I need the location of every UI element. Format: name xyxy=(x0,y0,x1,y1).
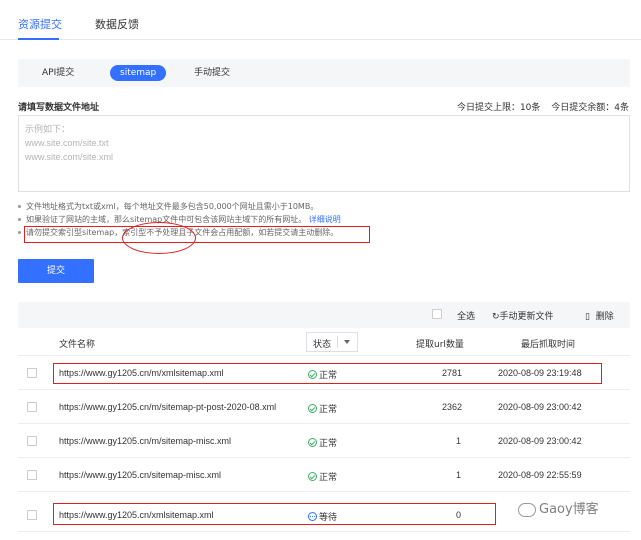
col-file-name: 文件名称 xyxy=(59,340,96,350)
chevron-down-icon xyxy=(344,340,350,344)
row-url-count: 2362 xyxy=(442,402,463,412)
select-all-checkbox[interactable] xyxy=(432,309,442,320)
sitemap-url-textarea[interactable]: 示例如下： www.site.com/site.txt www.site.com… xyxy=(18,115,630,192)
tab-resource-submit[interactable]: 资源提交 xyxy=(18,16,62,32)
delete-button[interactable]: ▯ 删除 xyxy=(585,309,614,322)
placeholder-line: 示例如下： xyxy=(25,124,71,134)
note-item: 文件地址格式为txt或xml，每个地址文件最多包含50,000个网址且需小于10… xyxy=(18,200,630,213)
checkbox-icon xyxy=(432,309,442,319)
quota-limit: 今日提交上限：10条 xyxy=(456,103,541,113)
row-last-fetch: 2020-08-09 23:00:42 xyxy=(498,436,582,446)
checkbox-icon xyxy=(27,470,37,480)
trash-icon: ▯ xyxy=(585,312,590,322)
details-link[interactable]: 详细说明 xyxy=(309,215,341,224)
row-last-fetch: 2020-08-09 23:00:42 xyxy=(498,402,582,412)
annotation-box-note xyxy=(24,226,370,243)
row-status: 正常 xyxy=(308,436,337,449)
subtab-api[interactable]: API提交 xyxy=(32,65,84,81)
url-field-label: 请填写数据文件地址 xyxy=(18,103,100,113)
quota-info: 今日提交上限：10条 今日提交余额：4条 xyxy=(449,100,629,113)
col-last-fetch: 最后抓取时间 xyxy=(521,340,576,350)
annotation-box-row1 xyxy=(53,363,602,384)
tab-data-feedback[interactable]: 数据反馈 xyxy=(95,16,139,32)
checkbox-icon xyxy=(27,402,37,412)
row-file-name: https://www.gy1205.cn/sitemap-misc.xml xyxy=(59,470,222,480)
placeholder-line: www.site.com/site.txt xyxy=(25,138,109,148)
bullet-icon xyxy=(18,231,21,234)
note-item: 如果验证了网站的主域，那么sitemap文件中可包含该网站主域下的所有网址。 详… xyxy=(18,213,630,226)
row-url-count: 1 xyxy=(456,470,462,480)
annotation-ellipse xyxy=(122,222,196,254)
wechat-icon xyxy=(518,502,536,517)
check-circle-icon xyxy=(308,404,317,413)
checkbox-icon xyxy=(27,368,37,378)
checkbox-icon xyxy=(27,436,37,446)
check-circle-icon xyxy=(308,472,317,481)
note-format: 文件地址格式为txt或xml，每个地址文件最多包含50,000个网址且需小于10… xyxy=(26,202,319,211)
row-checkbox[interactable] xyxy=(27,470,37,481)
checkbox-icon xyxy=(27,510,37,520)
check-circle-icon xyxy=(308,438,317,447)
row-checkbox[interactable] xyxy=(27,402,37,413)
row-file-name: https://www.gy1205.cn/m/sitemap-misc.xml xyxy=(59,436,232,446)
table-header: 文件名称 状态 提取url数量 最后抓取时间 xyxy=(18,328,630,356)
status-filter-select[interactable]: 状态 xyxy=(306,332,358,352)
submit-button[interactable]: 提交 xyxy=(18,259,94,283)
top-tab-bar: 资源提交 数据反馈 xyxy=(0,0,641,40)
watermark: Gaoy博客 xyxy=(518,498,599,517)
col-status: 状态 xyxy=(313,340,332,350)
placeholder-line: www.site.com/site.xml xyxy=(25,152,114,162)
bullet-icon xyxy=(18,205,21,208)
active-tab-indicator xyxy=(18,38,59,40)
row-checkbox[interactable] xyxy=(27,436,37,447)
table-row: https://www.gy1205.cn/m/sitemap-pt-post-… xyxy=(18,390,630,424)
col-url-count: 提取url数量 xyxy=(416,340,464,350)
subtab-sitemap[interactable]: sitemap xyxy=(110,65,167,81)
table-row: https://www.gy1205.cn/sitemap-misc.xml 正… xyxy=(18,458,630,492)
annotation-box-row5 xyxy=(53,503,496,525)
table-row: https://www.gy1205.cn/m/sitemap-misc.xml… xyxy=(18,424,630,458)
table-toolbar: 全选 ↻手动更新文件 ▯ 删除 xyxy=(18,302,630,328)
submit-method-tabs: API提交 sitemap 手动提交 xyxy=(18,59,630,87)
row-checkbox[interactable] xyxy=(27,510,37,521)
quota-remaining: 今日提交余额：4条 xyxy=(551,103,629,113)
refresh-icon: ↻ xyxy=(492,312,500,322)
select-all-label[interactable]: 全选 xyxy=(457,309,475,322)
row-checkbox[interactable] xyxy=(27,368,37,379)
row-url-count: 1 xyxy=(456,436,462,446)
row-status: 正常 xyxy=(308,470,337,483)
refresh-files-button[interactable]: ↻手动更新文件 xyxy=(492,309,554,322)
row-file-name: https://www.gy1205.cn/m/sitemap-pt-post-… xyxy=(59,402,277,412)
row-status: 正常 xyxy=(308,402,337,415)
subtab-manual[interactable]: 手动提交 xyxy=(184,65,240,81)
bullet-icon xyxy=(18,218,21,221)
row-last-fetch: 2020-08-09 22:55:59 xyxy=(498,470,582,480)
